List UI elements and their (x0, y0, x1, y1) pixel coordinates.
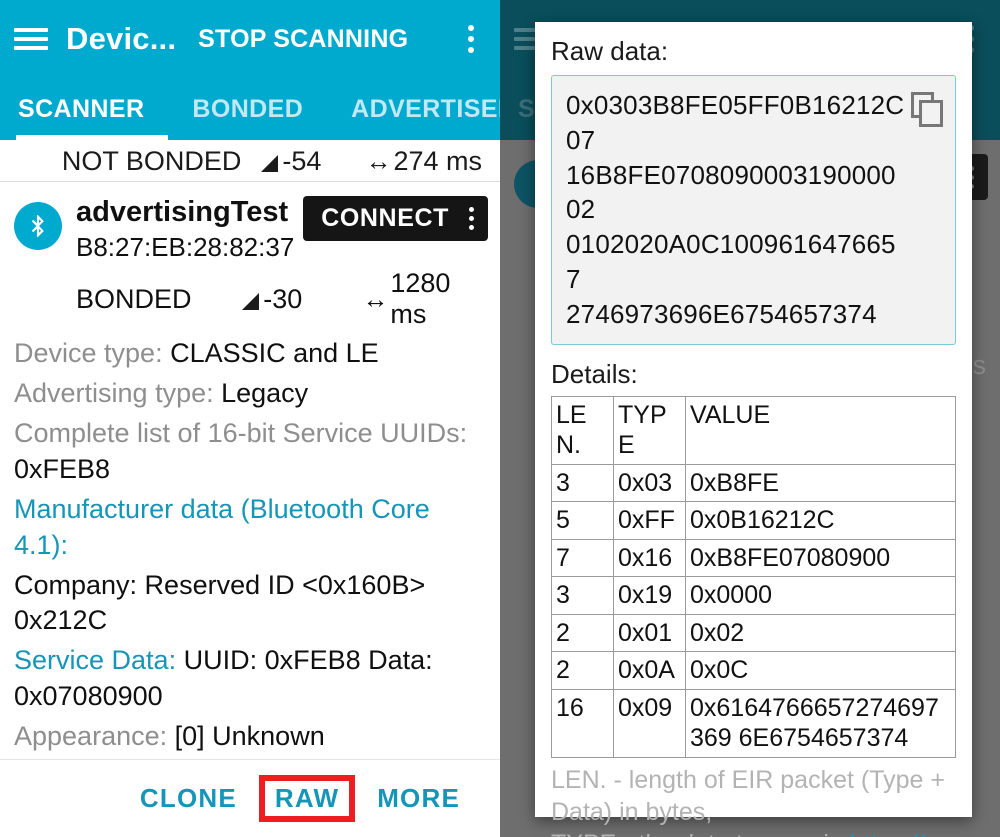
cell-type: 0xFF (613, 501, 686, 540)
bluetooth-icon (14, 202, 62, 250)
more-button[interactable]: MORE (361, 777, 476, 820)
field-manufacturer-company: Company: Reserved ID <0x160B> 0x212C (14, 569, 426, 636)
device-list[interactable]: NOT BONDED -54 ↔ 274 ms advertisingTest … (0, 140, 500, 837)
cell-len: 2 (551, 613, 614, 653)
field-appearance: Appearance: [0] Unknown (14, 719, 486, 755)
field-label: Advertising type: (14, 378, 222, 409)
app-bar: Devic... STOP SCANNING (0, 0, 500, 78)
page-title: Devic... (66, 21, 177, 56)
connect-button-group[interactable]: CONNECT (303, 196, 488, 241)
signal-strength-icon (242, 292, 260, 310)
cell-value: 0x02 (685, 613, 956, 653)
cell-value: 0xB8FE07080900 (685, 538, 956, 578)
cell-type: 0x0A (613, 651, 686, 690)
cell-type: 0x01 (613, 613, 686, 653)
field-label: Device type: (14, 338, 171, 369)
signal-strength-icon (261, 155, 279, 172)
cell-value: 0x6164766657274697369 6E6754657374 (685, 688, 956, 758)
raw-data-line: 2746973696E6754657374 (566, 298, 877, 329)
table-row: 2 0x01 0x02 (551, 613, 956, 653)
bond-state-label: NOT BONDED (61, 146, 242, 176)
eir-details-table: LEN. TYPE VALUE 3 0x03 0xB8FE 5 0xFF 0x0… (551, 395, 956, 758)
screenshot-root: S R ns Devic... STOP SCANNING SCANNER BO… (0, 0, 1000, 837)
field-value: CLASSIC and LE (170, 338, 379, 369)
raw-data-value: 0x0303B8FE05FF0B16212C07 16B8FE070809000… (566, 88, 905, 332)
dialog-note: LEN. - length of EIR packet (Type + Data… (551, 764, 956, 837)
raw-data-box[interactable]: 0x0303B8FE05FF0B16212C07 16B8FE070809000… (551, 75, 956, 345)
table-row: 3 0x03 0xB8FE (551, 463, 956, 503)
column-header-type: TYPE (613, 395, 686, 465)
raw-data-dialog: Raw data: 0x0303B8FE05FF0B16212C07 16B8F… (535, 22, 972, 837)
table-row: 3 0x19 0x0000 (551, 576, 956, 615)
cell-len: 2 (551, 651, 614, 690)
foreground-app-panel: Devic... STOP SCANNING SCANNER BONDED AD… (0, 0, 500, 837)
interval-icon: ↔ (362, 283, 389, 314)
table-header-row: LEN. TYPE VALUE (551, 395, 956, 465)
tab-advertiser[interactable]: ADVERTISER (351, 95, 500, 124)
table-row: 7 0x16 0xB8FE07080900 (551, 538, 956, 578)
field-service-data: Service Data: UUID: 0xFEB8 Data: 0x07080… (14, 643, 486, 715)
cell-value: 0x0000 (685, 576, 956, 615)
cell-len: 16 (551, 688, 614, 758)
tab-bar: SCANNER BONDED ADVERTISER (0, 78, 500, 140)
clone-button[interactable]: CLONE (124, 777, 253, 820)
interval-icon: ↔ (365, 146, 392, 176)
cell-len: 3 (551, 463, 614, 503)
raw-button-highlight: RAW (258, 775, 356, 822)
tab-scanner[interactable]: SCANNER (18, 95, 144, 124)
cell-value: 0x0C (685, 651, 956, 690)
table-row: 5 0xFF 0x0B16212C (551, 501, 956, 540)
background-tab-fragment-left[interactable]: S (518, 95, 535, 124)
field-label: Service Data: (14, 645, 184, 676)
list-item-partial[interactable]: NOT BONDED -54 ↔ 274 ms (0, 140, 500, 182)
table-row: 16 0x09 0x6164766657274697369 6E67546573… (551, 688, 956, 758)
details-label: Details: (551, 358, 638, 389)
list-item-device[interactable]: advertisingTest B8:27:EB:28:82:37 BONDED… (0, 182, 500, 837)
field-label: Appearance: (14, 721, 175, 752)
cell-value: 0xB8FE (685, 463, 956, 503)
connect-button[interactable]: CONNECT (321, 204, 449, 233)
field-service-uuids: Complete list of 16-bit Service UUIDs: 0… (14, 416, 486, 488)
field-value: Legacy (221, 378, 309, 409)
raw-data-line: 0102020A0C1009616476657 (566, 229, 896, 295)
field-value: [0] Unknown (174, 721, 325, 752)
raw-button[interactable]: RAW (269, 781, 345, 815)
device-rssi: -30 (263, 283, 303, 314)
device-kebab-menu-icon[interactable] (463, 205, 480, 232)
raw-data-label: Raw data: (551, 36, 669, 66)
table-row: 2 0x0A 0x0C (551, 651, 956, 690)
cell-len: 5 (551, 501, 614, 540)
cell-len: 3 (551, 576, 614, 615)
cell-type: 0x19 (613, 576, 686, 615)
copy-icon[interactable] (911, 92, 945, 133)
field-label: Complete list of 16-bit Service UUIDs: (14, 417, 468, 448)
column-header-value: VALUE (685, 395, 956, 465)
rssi-value: -54 (282, 146, 322, 176)
cell-type: 0x03 (613, 463, 686, 503)
field-value: 0xFEB8 (14, 453, 111, 484)
cell-value: 0x0B16212C (685, 501, 956, 540)
hamburger-icon[interactable] (14, 26, 48, 52)
tab-bonded[interactable]: BONDED (192, 95, 303, 124)
note-line-len: LEN. - length of EIR packet (Type + Data… (551, 765, 945, 826)
card-action-bar: CLONE RAW MORE (0, 759, 500, 837)
cell-type: 0x16 (613, 538, 686, 578)
raw-data-line: 16B8FE070809000319000002 (566, 159, 896, 225)
note-line-type: TYPE - the data type as in (551, 830, 850, 837)
field-device-type: Device type: CLASSIC and LE (14, 336, 486, 372)
device-bond-state: BONDED (76, 283, 192, 314)
device-interval: 1280 ms (390, 268, 451, 330)
field-advertising-type: Advertising type: Legacy (14, 376, 486, 412)
cell-len: 7 (551, 538, 614, 578)
raw-data-line: 0x0303B8FE05FF0B16212C07 (566, 90, 905, 155)
interval-value: 274 ms (393, 146, 482, 176)
stop-scanning-button[interactable]: STOP SCANNING (198, 25, 408, 54)
field-manufacturer-data-header: Manufacturer data (Bluetooth Core 4.1): (14, 493, 430, 560)
kebab-menu-icon[interactable] (456, 22, 486, 56)
cell-type: 0x09 (613, 688, 686, 758)
column-header-len: LEN. (551, 395, 614, 465)
